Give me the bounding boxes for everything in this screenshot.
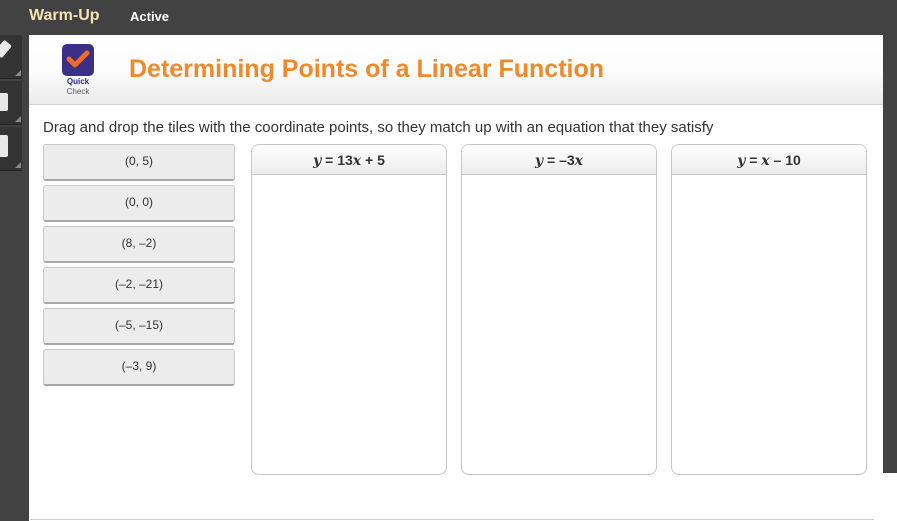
logo-label-line1: Quick xyxy=(66,77,90,86)
drop-zone-equation: y = x – 10 xyxy=(672,145,866,175)
drop-zone-body[interactable] xyxy=(672,175,866,474)
point-tile[interactable]: (–5, –15) xyxy=(43,308,235,345)
calculator-tool-button[interactable] xyxy=(0,81,22,125)
expand-corner-icon xyxy=(15,70,21,76)
activity-header: Quick Check Determining Points of a Line… xyxy=(29,35,883,105)
app-root: Warm-Up Active Quick Check Determining P… xyxy=(0,0,897,521)
point-tile[interactable]: (–3, 9) xyxy=(43,349,235,386)
equation-var: y xyxy=(534,153,544,169)
formula-icon xyxy=(0,135,8,157)
point-tile[interactable]: (0, 5) xyxy=(43,144,235,181)
calculator-icon xyxy=(0,93,8,111)
equation-part: = –3 xyxy=(543,152,575,168)
equation-part: = 13 xyxy=(321,152,353,168)
top-bar: Warm-Up Active xyxy=(0,0,897,35)
instructions-text: Drag and drop the tiles with the coordin… xyxy=(43,119,714,136)
point-tile[interactable]: (8, –2) xyxy=(43,226,235,263)
right-scroll-rail xyxy=(883,35,897,473)
drop-zone[interactable]: y = x – 10 xyxy=(671,144,867,475)
checkmark-icon xyxy=(66,50,90,68)
course-activity-label: Warm-Up xyxy=(29,7,100,24)
point-tile[interactable]: (–2, –21) xyxy=(43,267,235,304)
drop-zone[interactable]: y = –3x xyxy=(461,144,657,475)
pencil-tool-button[interactable] xyxy=(0,35,22,79)
drop-zone-equation: y = 13x + 5 xyxy=(252,145,446,175)
point-tile[interactable]: (0, 0) xyxy=(43,185,235,222)
drop-zone[interactable]: y = 13x + 5 xyxy=(251,144,447,475)
equation-x: x xyxy=(352,153,362,169)
logo-label-line2: Check xyxy=(66,87,90,96)
quick-check-logo xyxy=(62,44,94,76)
equation-x: x xyxy=(761,153,770,169)
expand-corner-icon xyxy=(15,116,21,122)
pencil-icon xyxy=(0,39,12,59)
activity-status: Active xyxy=(130,9,170,24)
equation-part: + 5 xyxy=(361,152,385,168)
drop-zone-body[interactable] xyxy=(252,175,446,474)
equation-part: – 10 xyxy=(769,152,801,168)
logo-label: Quick Check xyxy=(59,77,97,97)
drop-zone-equation: y = –3x xyxy=(462,145,656,175)
formula-tool-button[interactable] xyxy=(0,127,22,171)
drop-zone-body[interactable] xyxy=(462,175,656,474)
equation-x: x xyxy=(574,153,584,169)
tool-rail xyxy=(0,35,29,521)
expand-corner-icon xyxy=(15,162,21,168)
equation-part: = xyxy=(745,152,762,168)
page-title: Determining Points of a Linear Function xyxy=(129,55,605,83)
footer-divider xyxy=(30,519,874,520)
